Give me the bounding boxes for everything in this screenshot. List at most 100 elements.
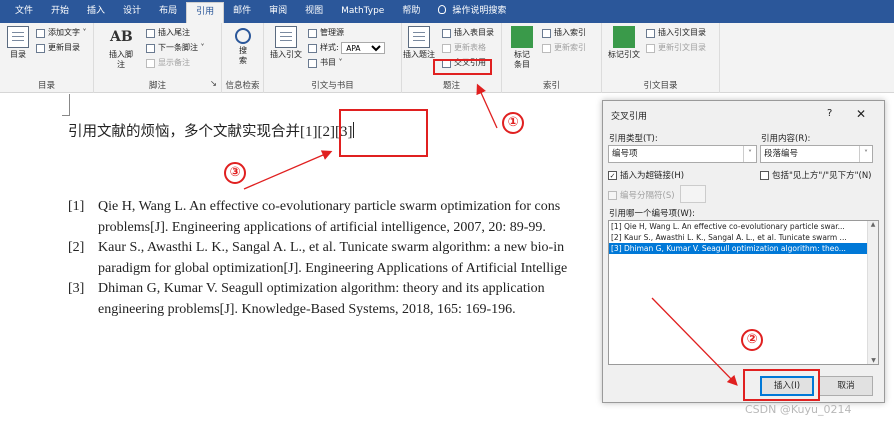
reference-content-select[interactable]: 段落编号 ˅: [760, 145, 873, 163]
citation-style-control: 样式: APA: [308, 42, 386, 54]
reference-text: Qie H, Wang L. An effective co-evolution…: [98, 199, 561, 214]
insert-toa-button[interactable]: 插入引文目录: [646, 27, 706, 39]
reference-text: Kaur S., Awasthi L. K., Sangal A. L., et…: [98, 240, 565, 255]
group-toa-label: 引文目录: [643, 81, 678, 91]
mark-entry-button[interactable]: 标记 条目: [510, 26, 534, 70]
insert-index-button[interactable]: 插入索引: [542, 27, 586, 39]
group-index: 标记 条目 插入索引 更新索引 索引: [502, 23, 602, 93]
scroll-down-icon[interactable]: ▼: [868, 357, 879, 364]
tab-review[interactable]: 审阅: [260, 0, 296, 23]
document-page[interactable]: 引用文献的烦恼，多个文献实现合并[1][2][3] [1] Qie H, Wang…: [0, 94, 604, 425]
chevron-down-icon: ˅: [859, 146, 872, 162]
insert-caption-button[interactable]: 插入题注: [402, 26, 436, 60]
list-item-selected[interactable]: [3] Dhiman G, Kumar V. Seagull optimizat…: [609, 243, 868, 254]
tab-home[interactable]: 开始: [42, 0, 78, 23]
update-toc-icon: [36, 43, 45, 53]
tell-me-search[interactable]: 操作说明搜索: [429, 0, 515, 23]
list-scrollbar[interactable]: ▲ ▼: [867, 221, 878, 364]
update-toc-button[interactable]: 更新目录: [36, 42, 80, 54]
cancel-button[interactable]: 取消: [819, 376, 873, 396]
footnote-icon: AB: [110, 29, 133, 45]
insert-endnote-button[interactable]: 插入尾注: [146, 27, 190, 39]
insert-footnote-button[interactable]: AB 插入脚注: [106, 26, 136, 70]
show-notes-icon: [146, 58, 155, 68]
manage-sources-button[interactable]: 管理源: [308, 27, 344, 39]
tab-references[interactable]: 引用: [186, 2, 225, 23]
update-index-label: 更新索引: [554, 43, 586, 52]
bibliography-button[interactable]: 书目 ˅: [308, 57, 343, 69]
tab-mailings[interactable]: 邮件: [224, 0, 260, 23]
group-citations-label: 引文与书目: [311, 81, 354, 91]
tab-design[interactable]: 设计: [114, 0, 150, 23]
add-text-button[interactable]: 添加文字 ˅: [36, 27, 87, 39]
separate-numbers-checkbox[interactable]: 编号分隔符(S): [608, 189, 675, 201]
tab-help[interactable]: 帮助: [393, 0, 429, 23]
tab-insert[interactable]: 插入: [78, 0, 114, 23]
list-item[interactable]: [2] Kaur S., Awasthi L. K., Sangal A. L.…: [609, 232, 868, 243]
list-item[interactable]: [1] Qie H, Wang L. An effective co-evolu…: [609, 221, 868, 232]
toc-button[interactable]: 目录: [6, 26, 30, 60]
search-button[interactable]: 搜 索: [231, 26, 255, 66]
update-index-button[interactable]: 更新索引: [542, 42, 586, 54]
step-3-badge: ③: [224, 162, 246, 184]
dialog-launcher-icon[interactable]: ↘: [210, 79, 217, 89]
citation-style-select[interactable]: APA: [341, 42, 386, 54]
insert-table-of-figures-button[interactable]: 插入表目录: [442, 27, 494, 39]
include-above-below-checkbox[interactable]: 包括"见上方"/"见下方"(N): [760, 169, 872, 181]
mark-citation-icon: [613, 26, 635, 48]
close-icon[interactable]: ✕: [856, 107, 866, 121]
group-index-label: 索引: [542, 81, 560, 91]
reference-type-select[interactable]: 编号项 ˅: [608, 145, 757, 163]
reference-content-value: 段落编号: [764, 149, 799, 159]
next-footnote-button[interactable]: 下一条脚注 ˅: [146, 42, 205, 54]
update-table-button[interactable]: 更新表格: [442, 42, 486, 54]
step-2-badge: ②: [741, 329, 763, 351]
reference-text: problems[J]. Engineering applications of…: [98, 219, 546, 235]
tab-view[interactable]: 视图: [296, 0, 332, 23]
insert-table-of-figures-label: 插入表目录: [454, 28, 494, 37]
separator-input[interactable]: [680, 185, 706, 203]
mark-entry-label-line2: 条目: [514, 60, 530, 69]
insert-endnote-label: 插入尾注: [158, 28, 190, 37]
mark-entry-label-line1: 标记: [514, 50, 530, 59]
group-research: 搜 索 信息检索: [222, 23, 264, 93]
lightbulb-icon: [438, 5, 447, 14]
which-item-label: 引用哪一个编号项(W):: [609, 209, 695, 219]
add-text-label: 添加文字: [48, 28, 80, 37]
reference-type-value: 编号项: [612, 149, 638, 159]
update-toa-label: 更新引文目录: [658, 43, 706, 52]
tab-file[interactable]: 文件: [6, 0, 42, 23]
mark-citation-label: 标记引文: [608, 50, 640, 59]
reference-item[interactable]: [1] Qie H, Wang L. An effective co-evolut…: [68, 197, 604, 218]
search-icon: [235, 28, 251, 44]
reference-item[interactable]: [2] Kaur S., Awasthi L. K., Sangal A. L.,…: [68, 238, 604, 259]
tab-mathtype[interactable]: MathType: [332, 0, 393, 23]
checkmark-icon: ✓: [608, 170, 617, 180]
mark-citation-button[interactable]: 标记引文: [606, 26, 642, 60]
reference-item-continuation: problems[J]. Engineering applications of…: [68, 218, 604, 239]
group-footnotes-label: 脚注 ↘: [94, 79, 221, 91]
tab-layout[interactable]: 布局: [150, 0, 186, 23]
insert-toa-icon: [646, 28, 655, 38]
update-toa-button[interactable]: 更新引文目录: [646, 42, 706, 54]
insert-hyperlink-checkbox[interactable]: ✓ 插入为超链接(H): [608, 169, 684, 181]
reference-item[interactable]: [3] Dhiman G, Kumar V. Seagull optimizati…: [68, 279, 604, 300]
ribbon: 目录 添加文字 ˅ 更新目录 目录 AB 插入脚注 插入尾注 下一条脚注 ˅ 显…: [0, 23, 894, 93]
body-paragraph[interactable]: 引用文献的烦恼，多个文献实现合并[1][2][3]: [68, 120, 355, 141]
show-notes-button[interactable]: 显示备注: [146, 57, 190, 69]
reference-number: [3]: [68, 281, 85, 296]
style-label: 样式:: [320, 43, 339, 52]
help-icon[interactable]: ?: [827, 108, 832, 119]
update-table-label: 更新表格: [454, 43, 486, 52]
insert-citation-button[interactable]: 插入引文: [268, 26, 304, 60]
next-footnote-icon: [146, 43, 155, 53]
reference-number: [1]: [68, 199, 85, 214]
highlight-insert-button: [743, 369, 820, 401]
scroll-up-icon[interactable]: ▲: [868, 221, 878, 228]
cross-reference-dialog: 交叉引用 ? ✕ 引用类型(T): 编号项 ˅ 引用内容(R): 段落编号 ˅ ✓ 插…: [602, 100, 885, 403]
footnotes-group-text: 脚注: [148, 81, 166, 91]
search-label-line2: 索: [239, 56, 247, 65]
group-research-label: 信息检索: [225, 81, 260, 91]
include-above-below-label: 包括"见上方"/"见下方"(N): [772, 171, 872, 181]
group-footnotes: AB 插入脚注 插入尾注 下一条脚注 ˅ 显示备注 脚注 ↘: [94, 23, 222, 93]
